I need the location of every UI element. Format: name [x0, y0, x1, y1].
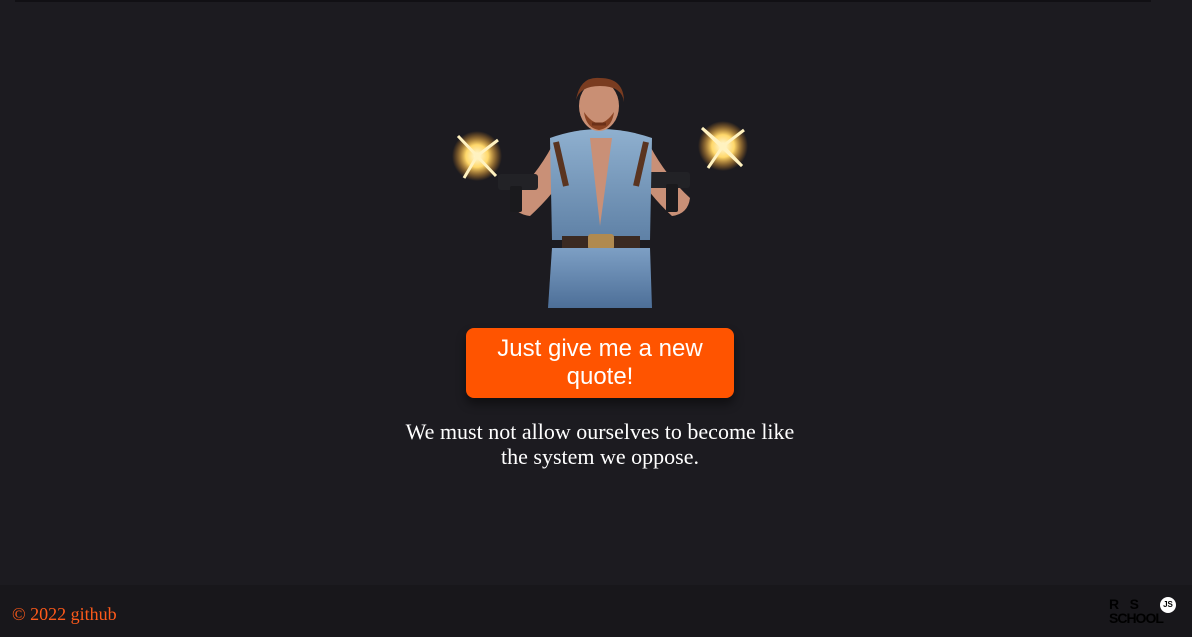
new-quote-button[interactable]: Just give me a new quote!: [466, 328, 734, 398]
page: Just give me a new quote! We must not al…: [0, 0, 1192, 637]
rs-school-logo[interactable]: R S SCHOOL JS: [1106, 595, 1188, 629]
js-badge-icon: JS: [1160, 597, 1176, 613]
chuck-norris-image: [452, 76, 750, 308]
footer: © 2022 github R S SCHOOL JS: [0, 585, 1192, 637]
github-link[interactable]: © 2022 github: [12, 604, 117, 624]
chuck-norris-illustration: [452, 77, 748, 308]
main-content: Just give me a new quote! We must not al…: [0, 0, 1192, 585]
rs-logo-bottom: SCHOOL: [1109, 610, 1164, 626]
quote-text: We must not allow ourselves to become li…: [405, 419, 795, 469]
muzzle-flash-left: [452, 131, 502, 181]
muzzle-flash-right: [698, 121, 748, 171]
